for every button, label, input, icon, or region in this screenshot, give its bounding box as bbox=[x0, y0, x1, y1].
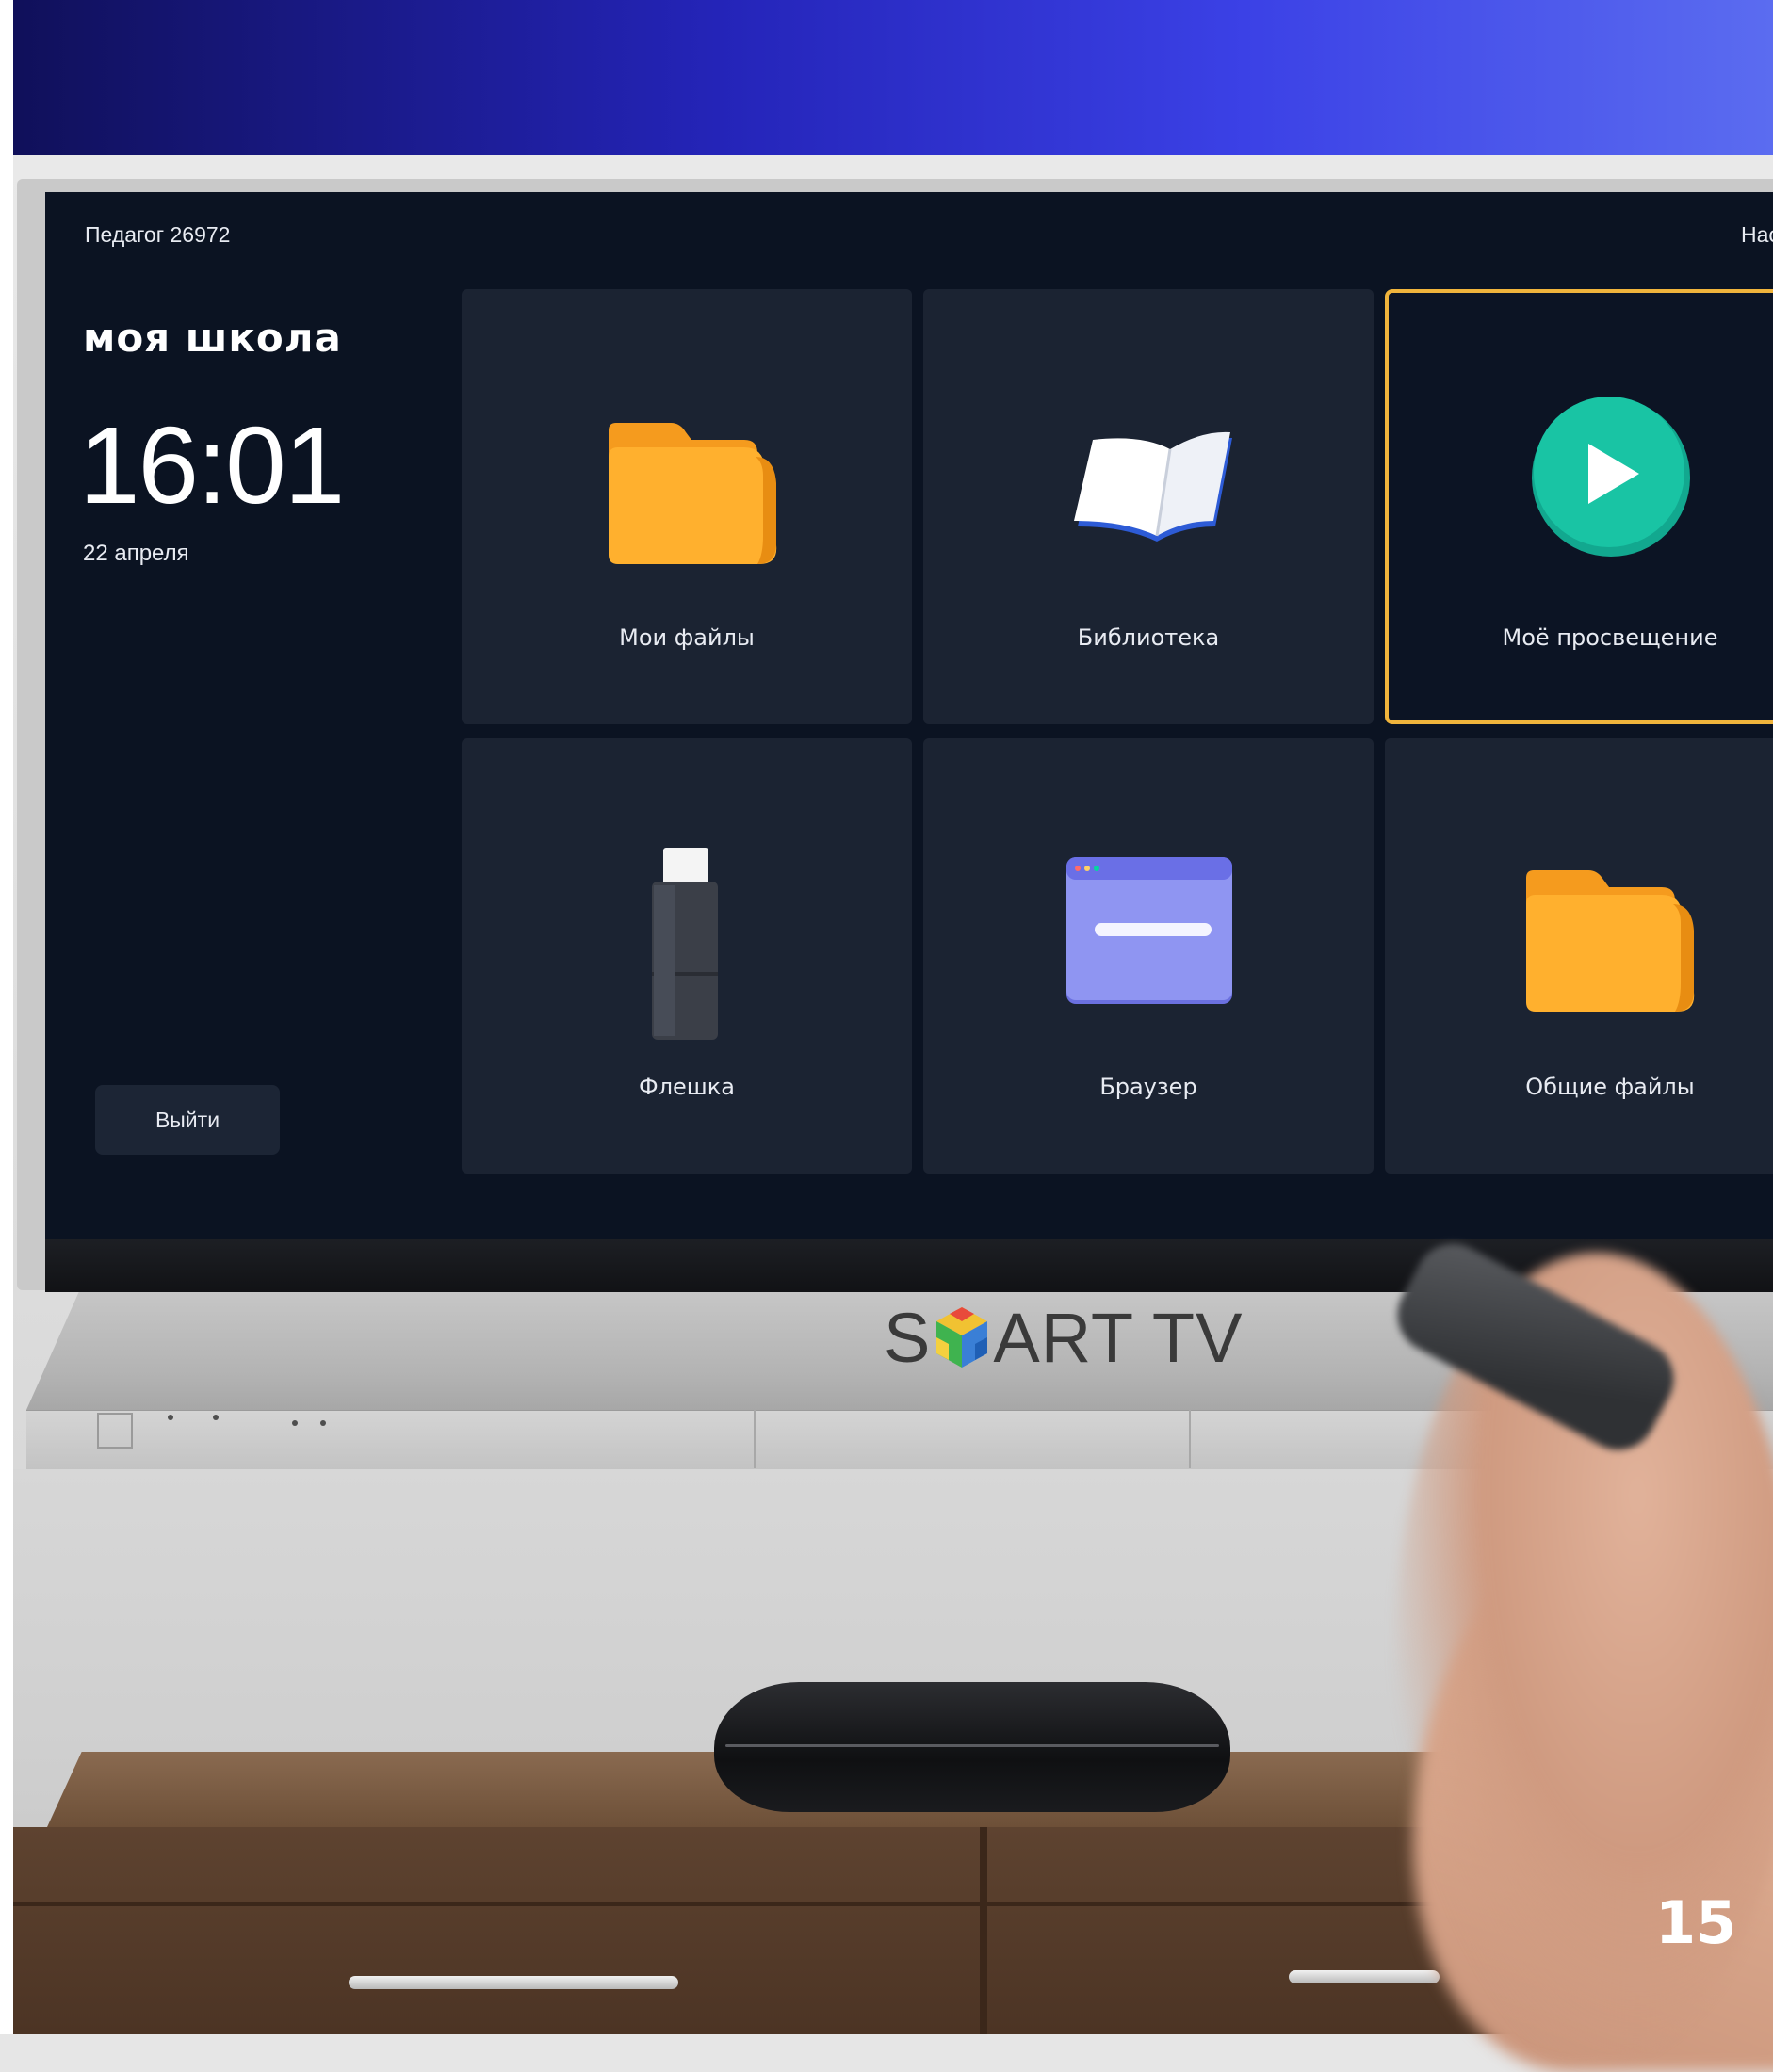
tile-label: Библиотека bbox=[1077, 624, 1220, 651]
smart-tv-logo: S ART TV bbox=[884, 1298, 1243, 1378]
indicator-dot bbox=[168, 1415, 173, 1420]
cube-icon bbox=[936, 1306, 988, 1368]
tile-usb-drive[interactable]: Флешка bbox=[462, 738, 912, 1174]
tile-library[interactable]: Библиотека bbox=[923, 289, 1374, 724]
user-name: Педагог 26972 bbox=[85, 222, 231, 247]
browser-icon bbox=[1066, 857, 1232, 1004]
book-icon bbox=[1074, 431, 1232, 542]
tile-my-files[interactable]: Мои файлы bbox=[462, 289, 912, 724]
app-title: моя школа bbox=[83, 315, 342, 361]
header-banner bbox=[13, 0, 1773, 155]
folder-icon bbox=[609, 423, 777, 564]
drawer-handle bbox=[349, 1976, 678, 1989]
tv-port bbox=[97, 1413, 133, 1449]
indicator-dot bbox=[292, 1420, 298, 1426]
tile-label: Браузер bbox=[1099, 1074, 1197, 1100]
tile-label: Мои файлы bbox=[619, 624, 755, 651]
tile-label: Моё просвещение bbox=[1502, 624, 1718, 651]
play-icon bbox=[1532, 397, 1690, 557]
tile-shared-files[interactable]: Общие файлы bbox=[1385, 738, 1773, 1174]
tv-screen: Педагог 26972 Нас моя школа 16:01 22 апр… bbox=[45, 192, 1773, 1239]
logout-button[interactable]: Выйти bbox=[95, 1085, 280, 1155]
cabinet-seam bbox=[980, 1827, 987, 2034]
stand-divider bbox=[1189, 1410, 1191, 1468]
tile-label: Флешка bbox=[639, 1074, 735, 1100]
indicator-dot bbox=[213, 1415, 219, 1420]
tile-browser[interactable]: Браузер bbox=[923, 738, 1374, 1174]
clock: 16:01 bbox=[79, 404, 345, 526]
tile-label: Общие файлы bbox=[1525, 1074, 1695, 1100]
set-top-box bbox=[714, 1682, 1230, 1812]
drawer-handle bbox=[1289, 1970, 1440, 1983]
indicator-dot bbox=[320, 1420, 326, 1426]
set-top-box-stripe bbox=[725, 1744, 1219, 1747]
stand-divider bbox=[754, 1410, 756, 1468]
top-right-link[interactable]: Нас bbox=[1741, 222, 1773, 248]
logo-prefix: S bbox=[884, 1299, 932, 1377]
page-margin bbox=[0, 0, 13, 2034]
date: 22 апреля bbox=[83, 541, 189, 566]
tile-my-education[interactable]: Моё просвещение bbox=[1385, 289, 1773, 724]
folder-icon bbox=[1526, 870, 1695, 1012]
page-number: 15 bbox=[1655, 1888, 1737, 1957]
usb-drive-icon bbox=[652, 848, 718, 1040]
logo-suffix: ART TV bbox=[993, 1299, 1244, 1377]
